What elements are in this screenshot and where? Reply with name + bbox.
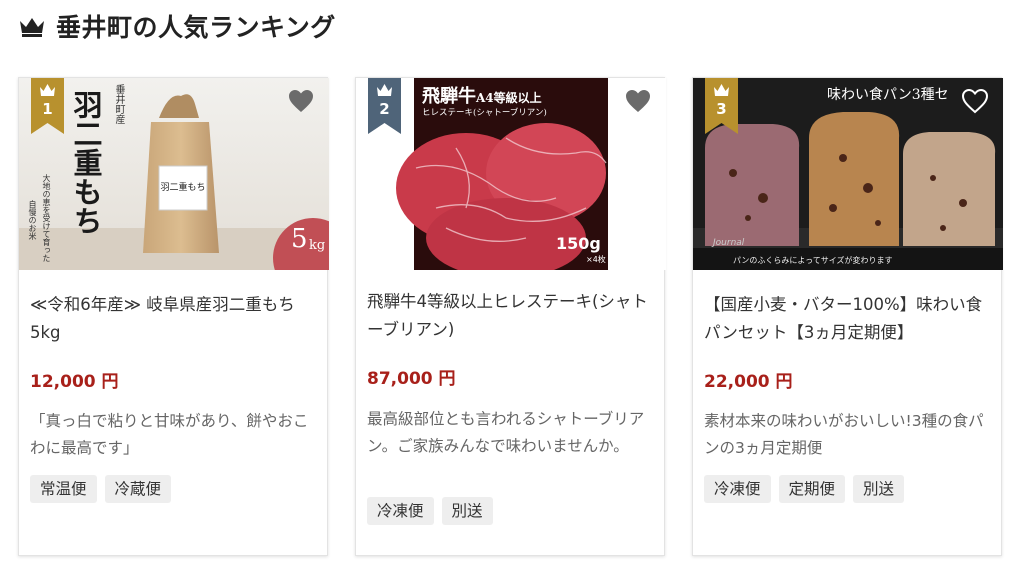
tag: 定期便 bbox=[778, 475, 846, 503]
image-headline: 飛騨牛A4等級以上 bbox=[422, 82, 542, 108]
weight-unit: kg bbox=[309, 238, 326, 253]
product-description: 素材本来の味わいがおいしい!3種の食パンの3ヵ月定期便 bbox=[704, 412, 984, 457]
sub-vertical-text: 垂井町産 bbox=[113, 84, 124, 124]
product-description: 最高級部位とも言われるシャトーブリアン。ご家族みんなで味わいませんか。 bbox=[367, 410, 645, 455]
ranking-card-2[interactable]: 飛騨牛A4等級以上 ヒレステーキ(シャトーブリアン) 150g ×4枚 2 飛騨… bbox=[355, 77, 666, 556]
ranking-header: 垂井町の人気ランキング bbox=[18, 8, 336, 44]
ranking-card-1[interactable]: 羽二重もち 羽二重もち 垂井町産 大地の恵を受けて育った 自慢のお米 5 kg … bbox=[18, 77, 329, 556]
rank-badge: 2 bbox=[368, 78, 401, 134]
page-title: 垂井町の人気ランキング bbox=[56, 13, 336, 42]
tag: 冷蔵便 bbox=[104, 475, 172, 503]
tag: 冷凍便 bbox=[704, 475, 771, 503]
tag: 別送 bbox=[853, 475, 905, 503]
product-image[interactable]: 味わい食パン3種セ Journal パンのふくらみによってサイズが変わります bbox=[693, 78, 1003, 270]
rank-number: 1 bbox=[42, 100, 53, 118]
weight-label: 150g bbox=[556, 234, 601, 253]
board-text: Journal bbox=[713, 238, 745, 248]
product-image[interactable]: 羽二重もち 羽二重もち 垂井町産 大地の恵を受けて育った 自慢のお米 5 kg bbox=[19, 78, 329, 270]
tag-list: 冷凍便 定期便 別送 bbox=[704, 475, 905, 503]
rank-badge: 3 bbox=[705, 78, 738, 134]
image-footer-text: パンのふくらみによってサイズが変わります bbox=[733, 256, 893, 265]
tag-list: 常温便 冷蔵便 bbox=[30, 475, 172, 503]
product-price: 87,000 円 bbox=[367, 369, 456, 389]
tag-list: 冷凍便 別送 bbox=[367, 497, 493, 525]
favorite-heart-icon[interactable] bbox=[287, 88, 315, 114]
weight-number: 5 bbox=[291, 224, 308, 254]
ranking-card-3[interactable]: 味わい食パン3種セ Journal パンのふくらみによってサイズが変わります 3… bbox=[692, 77, 1003, 556]
favorite-heart-icon[interactable] bbox=[961, 88, 989, 114]
sub-vertical-text: 自慢のお米 bbox=[28, 200, 37, 240]
product-title[interactable]: 【国産小麦・バター100%】味わい食パンセット【3ヵ月定期便】 bbox=[704, 291, 994, 347]
crown-icon bbox=[20, 18, 44, 37]
headline-text: 飛騨牛 bbox=[422, 86, 476, 107]
product-image[interactable]: 飛騨牛A4等級以上 ヒレステーキ(シャトーブリアン) 150g ×4枚 bbox=[356, 78, 666, 270]
headline-sub-text: A4等級以上 bbox=[476, 91, 542, 105]
sub-vertical-text: 大地の恵を受けて育った bbox=[42, 174, 51, 262]
bag-label: 羽二重もち bbox=[160, 183, 206, 193]
tag: 別送 bbox=[441, 497, 493, 525]
product-title[interactable]: ≪令和6年産≫ 岐阜県産羽二重もち5kg bbox=[30, 291, 320, 347]
product-title[interactable]: 飛騨牛4等級以上ヒレステーキ(シャトーブリアン) bbox=[367, 288, 657, 344]
image-caption: ヒレステーキ(シャトーブリアン) bbox=[422, 108, 547, 118]
rank-number: 3 bbox=[716, 100, 727, 118]
favorite-heart-icon[interactable] bbox=[624, 88, 652, 114]
product-price: 22,000 円 bbox=[704, 372, 793, 392]
calligraphy-title: 羽二重もち bbox=[69, 90, 103, 235]
count-label: ×4枚 bbox=[586, 255, 606, 264]
rank-badge: 1 bbox=[31, 78, 64, 134]
image-headline: 味わい食パン3種セ bbox=[827, 87, 949, 103]
product-price: 12,000 円 bbox=[30, 372, 119, 392]
rank-number: 2 bbox=[379, 100, 390, 118]
tag: 冷凍便 bbox=[367, 497, 434, 525]
product-description: 「真っ白で粘りと甘味があり、餅やおこわに最高です」 bbox=[30, 412, 309, 457]
tag: 常温便 bbox=[30, 475, 97, 503]
